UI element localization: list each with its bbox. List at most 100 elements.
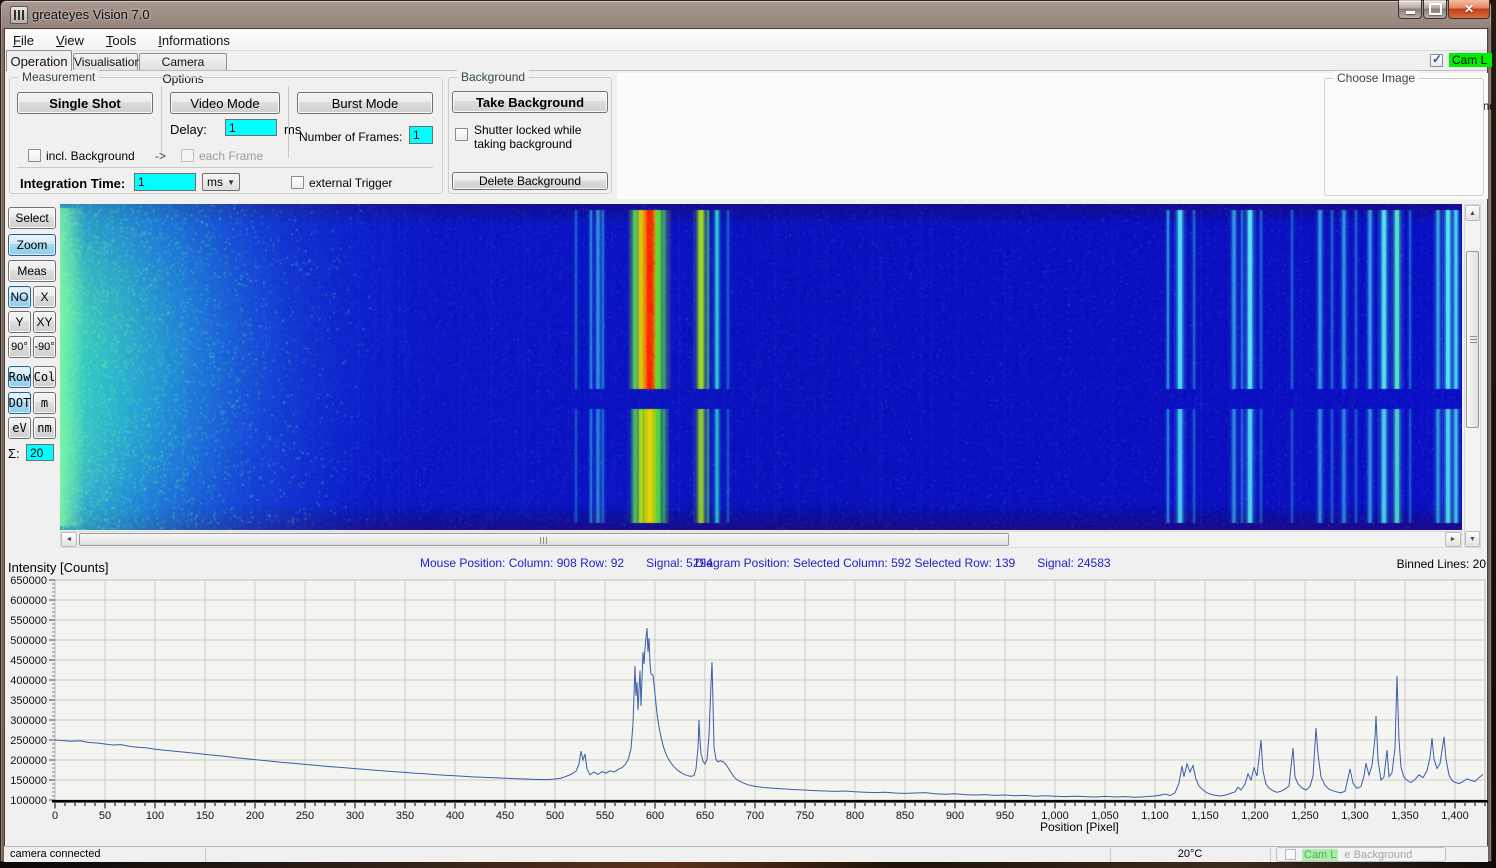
ghost-background-label: e Background	[1344, 849, 1412, 861]
close-icon: ✕	[1464, 3, 1474, 15]
svg-text:300000: 300000	[10, 715, 47, 727]
tab-operation[interactable]: Operation	[6, 50, 72, 71]
vertical-scrollbar-thumb[interactable]	[1466, 251, 1479, 428]
svg-text:650: 650	[696, 810, 714, 822]
ghost-overlay: Cam L e Background	[1276, 847, 1446, 862]
svg-text:1,200: 1,200	[1241, 810, 1269, 822]
sigma-input[interactable]	[26, 444, 54, 461]
svg-text:450000: 450000	[10, 655, 47, 667]
scroll-right-button[interactable]: ►	[1445, 532, 1461, 547]
temperature-status: 20°C	[1110, 848, 1270, 860]
tool-row-button[interactable]: Row	[8, 366, 31, 388]
cam-link-checkbox[interactable]	[1430, 54, 1443, 67]
svg-text:350000: 350000	[10, 695, 47, 707]
background-group: Background	[448, 77, 612, 194]
svg-text:200000: 200000	[10, 755, 47, 767]
svg-text:550: 550	[596, 810, 614, 822]
arrow-right-icon: ►	[1450, 536, 1457, 543]
svg-text:1,350: 1,350	[1391, 810, 1419, 822]
maximize-button[interactable]	[1423, 0, 1447, 19]
maximize-icon	[1429, 3, 1442, 15]
scroll-left-button[interactable]: ◄	[61, 532, 77, 547]
svg-text:150000: 150000	[10, 775, 47, 787]
spectrum-chart-area: 100000 150000 200000 250000 300000 350000 4000…	[0, 556, 1496, 846]
desktop-bottom-strip	[0, 862, 1496, 868]
tool-meas-button[interactable]: Meas	[8, 260, 56, 282]
menu-view[interactable]: View	[48, 32, 92, 49]
tool-dot-button[interactable]: DOT	[8, 392, 31, 414]
tool-rotate-ccw-button[interactable]: -90°	[33, 336, 56, 358]
svg-text:100000: 100000	[10, 795, 47, 807]
tab-camera-options[interactable]: Camera Options	[139, 53, 227, 71]
svg-text:650000: 650000	[10, 575, 47, 587]
svg-text:500000: 500000	[10, 635, 47, 647]
scroll-up-button[interactable]: ▲	[1465, 205, 1480, 221]
statusbar-separator-1	[205, 848, 206, 862]
horizontal-scrollbar[interactable]: ◄ ►	[60, 531, 1462, 548]
ghost-cam-label: Cam L	[1302, 849, 1338, 861]
svg-text:1,300: 1,300	[1341, 810, 1369, 822]
svg-text:500: 500	[546, 810, 564, 822]
statusbar-separator-3	[1270, 848, 1271, 862]
svg-text:100: 100	[146, 810, 164, 822]
tool-rotate-cw-button[interactable]: 90°	[8, 336, 31, 358]
svg-text:850: 850	[896, 810, 914, 822]
minimize-icon	[1406, 11, 1415, 14]
close-button[interactable]: ✕	[1448, 0, 1490, 19]
tool-xy-button[interactable]: XY	[33, 311, 56, 333]
tool-no-button[interactable]: NO	[8, 286, 31, 308]
svg-text:950: 950	[996, 810, 1014, 822]
chart-x-axis-title: Position [Pixel]	[1040, 820, 1119, 834]
svg-text:900: 900	[946, 810, 964, 822]
chart-y-axis-title: Intensity [Counts]	[8, 560, 108, 575]
svg-text:1,400: 1,400	[1441, 810, 1469, 822]
svg-text:50: 50	[99, 810, 111, 822]
svg-text:600: 600	[646, 810, 664, 822]
ccd-image[interactable]	[60, 204, 1462, 530]
svg-text:400000: 400000	[10, 675, 47, 687]
status-bar: camera connected 20°C	[4, 846, 1488, 862]
tool-m-button[interactable]: m	[33, 392, 56, 414]
tool-select-button[interactable]: Select	[8, 207, 56, 229]
vertical-scrollbar[interactable]: ▲ ▼	[1464, 204, 1481, 548]
horizontal-scrollbar-thumb[interactable]	[79, 533, 1009, 546]
tab-visualisation[interactable]: Visualisation	[73, 53, 138, 71]
tab-strip-line	[5, 70, 1487, 71]
app-icon	[10, 6, 28, 24]
spectrum-chart[interactable]: 100000 150000 200000 250000 300000 350000 4000…	[0, 556, 1496, 846]
tool-zoom-button[interactable]: Zoom	[8, 234, 56, 256]
tool-y-button[interactable]: Y	[8, 311, 31, 333]
tool-nm-button[interactable]: nm	[33, 417, 56, 439]
svg-text:400: 400	[446, 810, 464, 822]
desktop-right-strip	[1492, 0, 1496, 868]
tool-col-button[interactable]: Col	[33, 366, 56, 388]
screen: greateyes Vision 7.0 ✕ File View Tools I…	[0, 0, 1496, 868]
tool-ev-button[interactable]: eV	[8, 417, 31, 439]
svg-text:1,150: 1,150	[1191, 810, 1219, 822]
svg-text:700: 700	[746, 810, 764, 822]
svg-text:1,100: 1,100	[1141, 810, 1169, 822]
minimize-button[interactable]	[1398, 0, 1422, 19]
svg-text:250000: 250000	[10, 735, 47, 747]
menu-bar: File View Tools Informations	[5, 30, 1487, 51]
tool-x-button[interactable]: X	[33, 286, 56, 308]
measurement-group: Measurement	[9, 77, 443, 194]
cam-link-label: Cam L	[1449, 53, 1494, 67]
arrow-up-icon: ▲	[1469, 210, 1476, 217]
menu-file[interactable]: File	[5, 32, 42, 49]
svg-text:250: 250	[296, 810, 314, 822]
svg-text:750: 750	[796, 810, 814, 822]
svg-text:600000: 600000	[10, 595, 47, 607]
measurement-group-title: Measurement	[18, 70, 99, 84]
scroll-down-button[interactable]: ▼	[1465, 531, 1480, 547]
menu-informations[interactable]: Informations	[150, 32, 238, 49]
background-group-title: Background	[457, 70, 529, 84]
menu-tools[interactable]: Tools	[98, 32, 144, 49]
svg-text:550000: 550000	[10, 615, 47, 627]
svg-text:350: 350	[396, 810, 414, 822]
svg-text:150: 150	[196, 810, 214, 822]
connection-status: camera connected	[10, 848, 101, 860]
arrow-down-icon: ▼	[1469, 536, 1476, 543]
sigma-label: Σ:	[8, 446, 20, 461]
svg-text:800: 800	[846, 810, 864, 822]
